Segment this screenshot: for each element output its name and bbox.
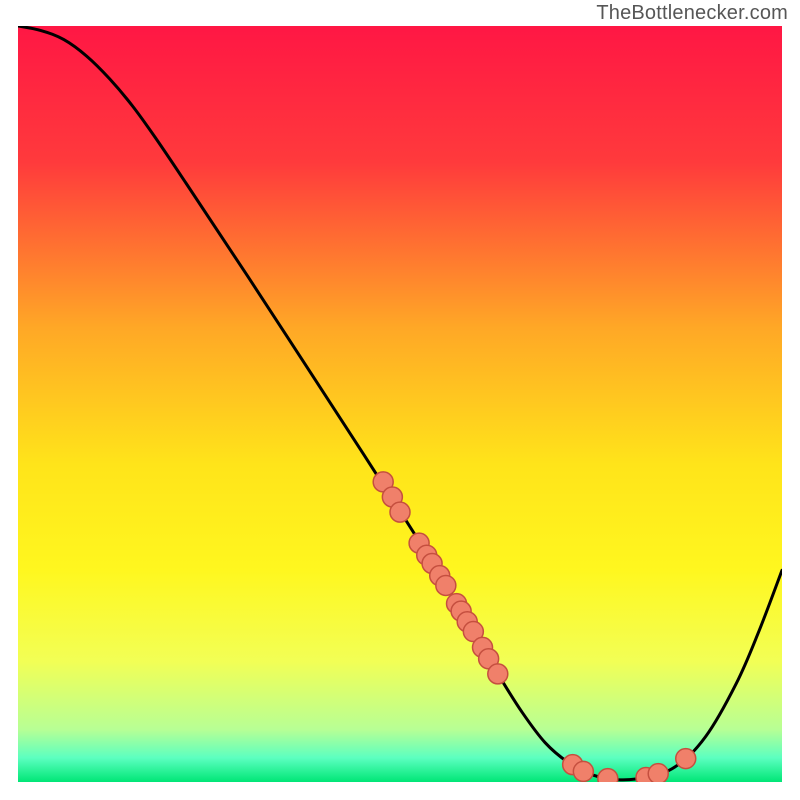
data-point [436, 575, 456, 595]
attribution-text: TheBottlenecker.com [596, 2, 788, 25]
data-point [488, 664, 508, 684]
data-point [598, 769, 618, 782]
data-point [390, 502, 410, 522]
chart-plot-area [18, 26, 782, 782]
data-point [573, 761, 593, 781]
data-point [648, 764, 668, 782]
data-point [676, 749, 696, 769]
chart-background-gradient [18, 26, 782, 782]
figure-root: TheBottlenecker.com [0, 0, 800, 800]
chart-svg [18, 26, 782, 782]
